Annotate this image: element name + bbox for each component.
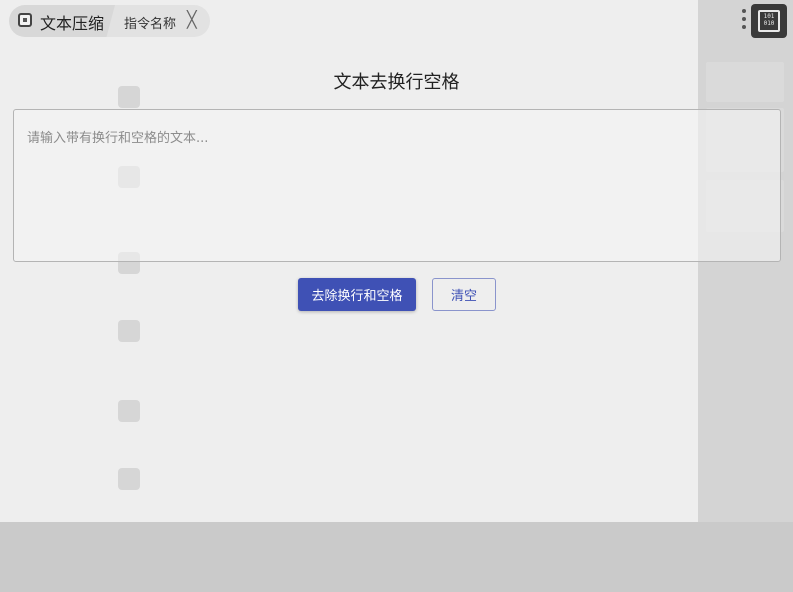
background-list-item: [118, 390, 678, 442]
text-input[interactable]: [13, 109, 781, 262]
background-list-item: [118, 310, 678, 362]
clear-button[interactable]: 清空: [432, 278, 496, 311]
close-icon[interactable]: ╳: [187, 11, 197, 29]
more-menu-icon[interactable]: [739, 7, 749, 33]
tab-group: 文本压缩 指令名称 ╳: [9, 5, 210, 37]
remove-whitespace-button[interactable]: 去除换行和空格: [298, 278, 416, 311]
tab-text-compress-label: 文本压缩: [40, 14, 105, 33]
background-bottom-bar: [0, 522, 793, 592]
compress-icon: [18, 13, 32, 27]
binary-icon: 101 010: [758, 10, 780, 32]
background-list-item: [118, 458, 678, 510]
app-logo[interactable]: 101 010: [751, 4, 787, 38]
tab-command-name[interactable]: 指令名称: [124, 13, 176, 32]
page-title: 文本去换行空格: [333, 72, 460, 93]
